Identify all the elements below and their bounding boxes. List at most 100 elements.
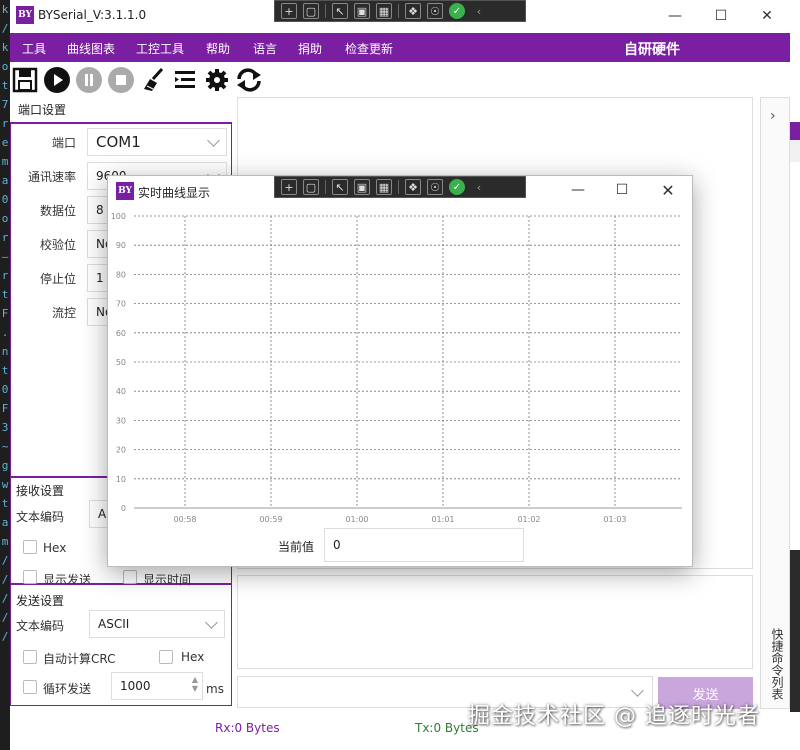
send-encoding-select[interactable]: ASCII [89,610,225,638]
code-strip-char: t [1,288,9,301]
refresh-icon[interactable] [234,65,264,95]
receive-hex-label: Hex [43,541,67,555]
code-strip-char: t [1,364,9,377]
accessibility-icon[interactable]: ☉ [427,3,443,19]
x-tick-label: 00:58 [173,515,196,524]
menu-charts[interactable]: 曲线图表 [67,40,115,57]
chevron-left-icon[interactable]: ‹ [471,179,487,195]
code-strip-char: 3 [1,421,9,434]
accessibility-icon[interactable]: ☉ [427,179,443,195]
chart-window-title: 实时曲线显示 [138,186,211,200]
x-tick-label: 00:59 [259,515,282,524]
code-strip-char: n [1,345,9,358]
pointer-icon[interactable]: ↖ [332,3,348,19]
code-strip-char: F [1,402,9,415]
receive-encoding-value: A [98,507,107,521]
select-icon[interactable]: ▦ [376,179,392,195]
loop-interval-value: 1000 [120,679,151,693]
port-label: 端口 [51,136,76,150]
show-send-checkbox[interactable] [23,570,37,584]
quick-commands-tab[interactable]: › 快捷命令列表 [760,97,790,709]
baud-rate-label: 通讯速率 [27,170,76,184]
chart-close-button[interactable]: ✕ [646,176,690,204]
port-select[interactable]: COM1 [87,128,227,156]
y-tick-label: 50 [116,358,126,367]
chart-grid [134,215,682,509]
capture-toolbar: + ▢ ↖ ▣ ▦ ❖ ☉ ✓ ‹ [274,176,526,198]
y-axis-ticks: 0 10 20 30 40 50 60 70 80 90 100 [111,212,126,513]
auto-crc-checkbox[interactable] [23,650,37,664]
stop-bits-value: 1 [96,271,104,285]
loop-interval-input[interactable]: 1000 ▲ ▼ [111,672,203,700]
list-icon[interactable] [170,65,200,95]
check-icon[interactable]: ✓ [449,179,465,195]
y-tick-label: 90 [116,241,126,250]
code-strip-char: t [1,79,9,92]
close-button[interactable]: ✕ [744,0,790,32]
x-tick-label: 01:03 [603,515,626,524]
x-tick-label: 01:00 [345,515,368,524]
pointer-icon[interactable]: ↖ [332,179,348,195]
y-tick-label: 20 [116,446,126,455]
add-window-icon[interactable]: + [281,179,297,195]
toolbar-separator [398,180,399,194]
send-hex-checkbox[interactable] [159,650,173,664]
auto-crc-label: 自动计算CRC [43,652,116,666]
spinner-icon[interactable]: ▲ ▼ [192,675,198,693]
chevron-down-icon [205,616,218,629]
menu-help[interactable]: 帮助 [206,40,230,57]
save-icon[interactable] [10,65,40,95]
broadcast-icon[interactable]: ❖ [405,179,421,195]
check-icon[interactable]: ✓ [449,3,465,19]
add-window-icon[interactable]: + [281,3,297,19]
maximize-button[interactable]: ☐ [698,0,744,32]
minimize-button[interactable]: — [652,0,698,32]
loop-send-label: 循环发送 [43,682,92,696]
y-tick-label: 100 [111,212,126,221]
y-tick-label: 70 [116,300,126,309]
pause-icon[interactable] [74,65,104,95]
code-strip-char: m [1,535,9,548]
y-tick-label: 10 [116,475,126,484]
camera-icon[interactable]: ▢ [303,3,319,19]
background-window-edge [790,140,800,162]
menu-language[interactable]: 语言 [253,40,277,57]
menu-industrial-tools[interactable]: 工控工具 [136,40,184,57]
flow-control-label: 流控 [51,306,76,320]
send-hex-label: Hex [181,650,205,664]
receive-encoding-label: 文本编码 [16,510,65,524]
chart-minimize-button[interactable]: — [556,176,600,204]
gear-icon[interactable] [202,65,232,95]
code-strip-char: k [1,41,9,54]
stop-icon[interactable] [106,65,136,95]
toolbar [10,63,270,97]
y-tick-label: 0 [121,504,126,513]
select-icon[interactable]: ▦ [376,3,392,19]
broom-icon[interactable] [138,65,168,95]
y-tick-label: 80 [116,270,126,279]
port-settings-title: 端口设置 [18,103,67,117]
rx-counter: Rx:0 Bytes [215,721,280,735]
chevron-left-icon[interactable]: ‹ [471,3,487,19]
chart-maximize-button[interactable]: ☐ [600,176,644,204]
show-time-checkbox[interactable] [123,570,137,584]
menu-check-update[interactable]: 检查更新 [345,40,393,57]
frame-icon[interactable]: ▣ [354,179,370,195]
send-encoding-value: ASCII [98,617,130,631]
loop-send-checkbox[interactable] [23,680,37,694]
code-strip-char: / [1,611,9,624]
send-text-area[interactable] [237,575,753,669]
menu-donate[interactable]: 捐助 [298,40,322,57]
frame-icon[interactable]: ▣ [354,3,370,19]
parity-label: 校验位 [39,238,76,252]
code-strip-char: g [1,459,9,472]
code-strip-char: r [1,117,9,130]
chevron-right-icon[interactable]: › [770,108,776,124]
menu-tools[interactable]: 工具 [22,40,46,57]
toolbar-separator [325,4,326,18]
broadcast-icon[interactable]: ❖ [405,3,421,19]
play-icon[interactable] [42,65,72,95]
code-strip-char: ~ [1,440,9,453]
camera-icon[interactable]: ▢ [303,179,319,195]
receive-hex-checkbox[interactable] [23,540,37,554]
